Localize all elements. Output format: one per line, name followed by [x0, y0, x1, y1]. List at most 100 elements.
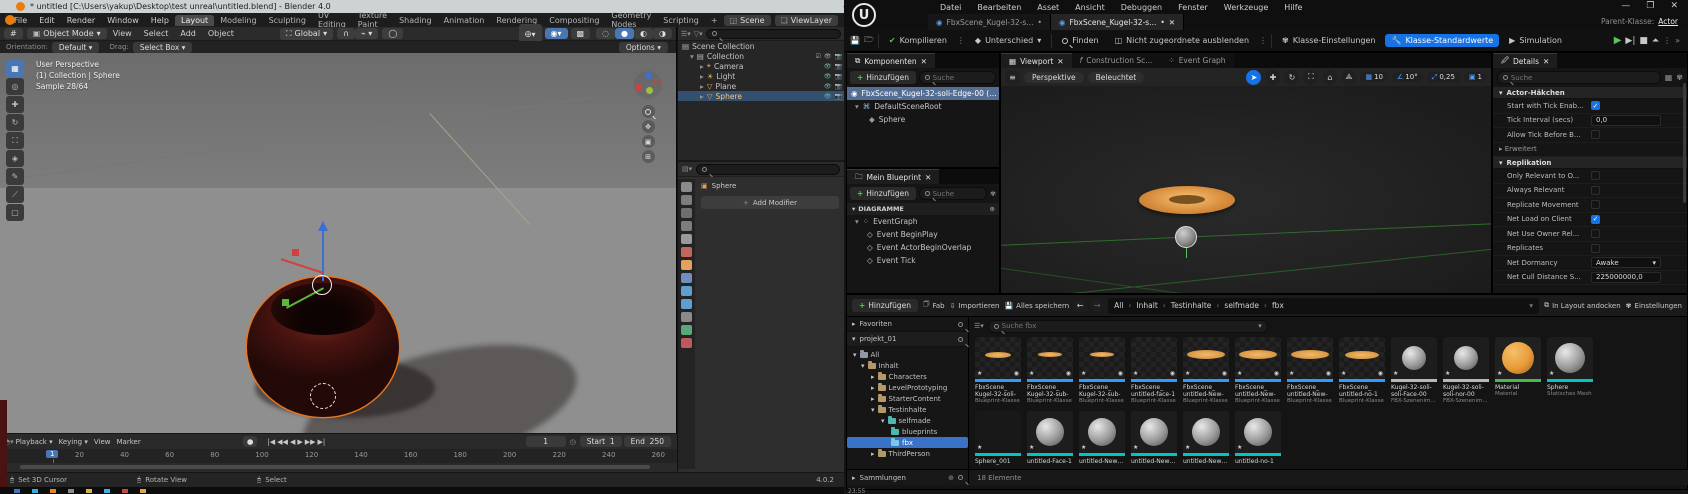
back-icon[interactable]: ←	[1074, 300, 1086, 312]
blueprint-settings-gear-icon[interactable]: ✾	[990, 190, 996, 198]
asset-tile-3[interactable]: ★◉ FbxScene_Kugel-32-sub- Blueprint-Klas…	[1079, 337, 1125, 404]
asset-tile-1[interactable]: ★◉ FbxScene_Kugel-32-soli- Blueprint-Kla…	[975, 337, 1021, 404]
gizmo-x-handle[interactable]	[292, 249, 299, 256]
outliner-filter-icon[interactable]: ▽▾	[694, 30, 703, 38]
view-mode-dropdown[interactable]: Beleuchtet	[1088, 72, 1145, 83]
orientation-value-dropdown[interactable]: Default ▾	[52, 42, 100, 53]
outliner-collection[interactable]: ▾▤ Collection ☑ 👁 📷	[678, 51, 844, 61]
close-tab-icon[interactable]: ✕	[1543, 57, 1549, 66]
tick-interval-input[interactable]: 0,0	[1591, 115, 1661, 126]
menu-render[interactable]: Render	[61, 16, 101, 25]
play-options-icon[interactable]: ⋮	[1663, 36, 1671, 45]
maximize-icon[interactable]: ❐	[1646, 1, 1654, 11]
xray-toggle[interactable]: ▩	[571, 28, 591, 39]
add-graph-icon[interactable]: ⊕	[990, 205, 995, 213]
measure-tool[interactable]: ⟋	[6, 186, 24, 203]
menu-werkzeuge[interactable]: Werkzeuge	[1216, 3, 1276, 12]
tree-item-levelprototyping[interactable]: ▸LevelPrototyping	[847, 382, 968, 393]
event-graph-item[interactable]: ▾⁘ EventGraph	[847, 215, 999, 228]
proportional-editing-toggle[interactable]: ◯	[382, 28, 403, 39]
timeline-ruler[interactable]: 1 20406080100120140160180200220240260	[0, 449, 677, 463]
forward-icon[interactable]: →	[1091, 300, 1103, 312]
details-scrollbar[interactable]	[1683, 83, 1686, 203]
breadcrumb-fbx[interactable]: fbx	[1272, 301, 1284, 310]
checkbox-icon[interactable]: ☑	[816, 53, 821, 60]
hide-eye-icon[interactable]: 👁	[824, 63, 832, 70]
options-dropdown[interactable]: Options ▾	[619, 42, 668, 53]
play-button[interactable]: ▶	[297, 438, 302, 446]
filter-icon[interactable]: ☰▾	[974, 322, 984, 330]
close-icon[interactable]: ✕	[1670, 1, 1678, 11]
snapping-toggle[interactable]: ∩	[337, 28, 355, 39]
menu-bearbeiten[interactable]: Bearbeiten	[969, 3, 1029, 12]
minimize-icon[interactable]: —	[1621, 1, 1630, 11]
shading-solid-button[interactable]: ●	[615, 28, 634, 39]
menu-debuggen[interactable]: Debuggen	[1113, 3, 1170, 12]
asset-tile-15[interactable]: ★ untitled-New-Edge-00	[1079, 411, 1125, 465]
outliner-item-plane[interactable]: ▸▽ Plane 👁📷	[678, 81, 844, 91]
tree-item-thirdperson[interactable]: ▸ThirdPerson	[847, 448, 968, 459]
scale-tool[interactable]: ⛶	[6, 132, 24, 149]
move-tool[interactable]: ✚	[6, 96, 24, 113]
select-box-tool[interactable]: ▦	[6, 60, 24, 77]
breadcrumb-selfmade[interactable]: selfmade	[1224, 301, 1259, 310]
details-search[interactable]	[1497, 71, 1661, 84]
camera-visibility-icon[interactable]: 📷	[835, 63, 842, 70]
workspace-animation[interactable]: Animation	[438, 15, 491, 26]
fab-button[interactable]: 🗇Fab	[923, 300, 945, 311]
menu-hilfe[interactable]: Hilfe	[1276, 3, 1310, 12]
ortho-toggle-icon[interactable]: ⊞	[642, 150, 655, 163]
components-tab[interactable]: ⧉Komponenten✕	[847, 53, 935, 68]
frame-end-field[interactable]: End 250	[624, 436, 671, 447]
eject-button[interactable]: ⏶	[1652, 36, 1659, 46]
my-blueprint-tab[interactable]: 🗀Mein Blueprint✕	[847, 169, 939, 184]
mode-dropdown[interactable]: ▣Object Mode▾	[27, 28, 107, 39]
diff-dropdown[interactable]: ◆Unterschied▾	[969, 34, 1047, 47]
asset-tile-12[interactable]: ★ Sphere Statisches Mesh	[1547, 337, 1593, 397]
asset-tile-14[interactable]: ★ untitled-Face-1	[1027, 411, 1073, 465]
scene-selector[interactable]: ◲Scene	[724, 15, 771, 26]
event-graph-tab[interactable]: ⁘Event Graph	[1160, 53, 1233, 68]
compile-button[interactable]: ✔Kompilieren	[883, 34, 953, 47]
asset-tab-1[interactable]: ◉ FbxScene_Kugel-32-s...•	[928, 14, 1051, 30]
start-with-tick-checkbox[interactable]: ✓	[1591, 101, 1600, 110]
favorites-header[interactable]: ▸Favoriten	[847, 317, 968, 332]
transform-orientation-dropdown[interactable]: ⛶Global▾	[280, 28, 333, 40]
net-cull-distance-input[interactable]: 225000000,0	[1591, 272, 1661, 283]
browse-to-asset-icon[interactable]: 🗁	[864, 34, 874, 48]
tree-item-all[interactable]: ▾All	[847, 349, 968, 360]
close-tab-icon[interactable]: ✕	[925, 173, 931, 182]
tab-render[interactable]	[681, 195, 692, 205]
dock-in-layout-button[interactable]: ⧉In Layout andocken	[1544, 301, 1621, 310]
tree-item-blueprints[interactable]: blueprints	[847, 426, 968, 437]
tree-item-inhalt[interactable]: ▾Inhalt	[847, 360, 968, 371]
auto-key-button[interactable]: ●	[243, 436, 258, 447]
asset-tile-9[interactable]: ★ Kugel-32-soli-soli-Face-00 FBX-Szeneni…	[1391, 337, 1437, 404]
asset-tile-6[interactable]: ★◉ FbxScene_untitled-New- Blueprint-Klas…	[1235, 337, 1281, 404]
camera-visibility-icon[interactable]: 📷	[835, 93, 842, 100]
jump-end-button[interactable]: ▶|	[318, 438, 326, 446]
net-use-owner-checkbox[interactable]	[1591, 229, 1600, 238]
tree-item-startercontent[interactable]: ▸StarterContent	[847, 393, 968, 404]
zoom-icon[interactable]	[642, 105, 655, 118]
gizmo-y-handle[interactable]	[282, 299, 289, 306]
view-menu[interactable]: View	[94, 438, 111, 446]
asset-tile-10[interactable]: ★ Kugel-32-soli-soli-nor-00 FBX-Szenenim…	[1443, 337, 1489, 404]
shading-material-button[interactable]: ◐	[634, 28, 653, 39]
workspace-sculpting[interactable]: Sculpting	[263, 15, 312, 26]
asset-tile-8[interactable]: ★◉ FbxScene_untitled-no-1 Blueprint-Klas…	[1339, 337, 1385, 404]
find-button[interactable]: Finden	[1056, 34, 1104, 47]
menu-asset[interactable]: Asset	[1029, 3, 1067, 12]
details-display-filter-icon[interactable]: ▦	[1665, 73, 1673, 82]
frame-start-field[interactable]: Start 1	[580, 436, 622, 447]
tree-item-selfmade[interactable]: ▾selfmade	[847, 415, 968, 426]
always-relevant-checkbox[interactable]	[1591, 186, 1600, 195]
close-tab-icon[interactable]: ✕	[1057, 57, 1063, 66]
surface-snap-icon[interactable]: ⟁	[1341, 70, 1356, 85]
menu-fenster[interactable]: Fenster	[1170, 3, 1216, 12]
asset-tile-5[interactable]: ★◉ FbxScene_untitled-New- Blueprint-Klas…	[1183, 337, 1229, 404]
axis-gizmo[interactable]	[634, 71, 662, 99]
timeline-scrollbar[interactable]	[20, 465, 650, 469]
keying-menu[interactable]: Keying ▾	[59, 438, 88, 446]
current-frame-field[interactable]: 1	[526, 436, 566, 447]
